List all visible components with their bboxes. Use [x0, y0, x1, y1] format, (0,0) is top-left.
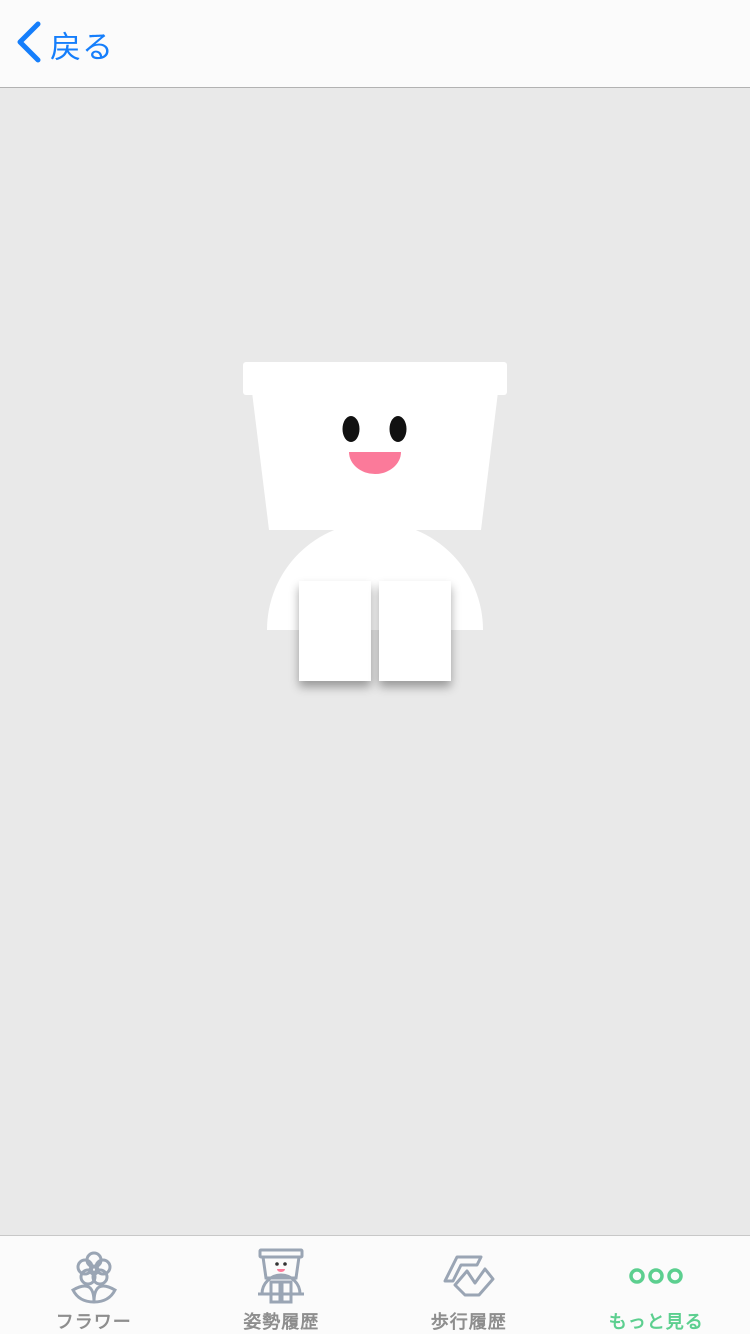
back-button[interactable]: 戻る — [14, 20, 114, 68]
back-label: 戻る — [50, 29, 114, 66]
main-content — [0, 88, 750, 1235]
mascot-left-eye — [342, 416, 360, 442]
tab-flower[interactable]: フラワー — [0, 1236, 188, 1334]
tab-label: フラワー — [55, 1312, 132, 1333]
mascot-right-eye — [389, 416, 407, 442]
tab-label: 姿勢履歴 — [243, 1312, 320, 1333]
tab-walking-history[interactable]: 歩行履歴 — [375, 1236, 563, 1334]
chevron-left-icon — [14, 20, 42, 68]
walking-icon — [439, 1246, 499, 1306]
mascot-left-foot — [299, 581, 371, 681]
flower-icon — [64, 1246, 124, 1306]
mascot-pot-rim — [243, 362, 507, 395]
tab-bar: フラワー 姿勢履歴 歩行履歴 もっと見る — [0, 1235, 750, 1334]
mascot-right-foot — [379, 581, 451, 681]
tab-posture-history[interactable]: 姿勢履歴 — [188, 1236, 376, 1334]
mascot-character — [230, 348, 520, 708]
tab-label: もっと見る — [608, 1312, 704, 1333]
navigation-bar: 戻る — [0, 0, 750, 88]
posture-icon — [251, 1246, 311, 1306]
tab-label: 歩行履歴 — [430, 1312, 507, 1333]
tab-more[interactable]: もっと見る — [563, 1236, 750, 1334]
more-icon — [626, 1246, 686, 1306]
